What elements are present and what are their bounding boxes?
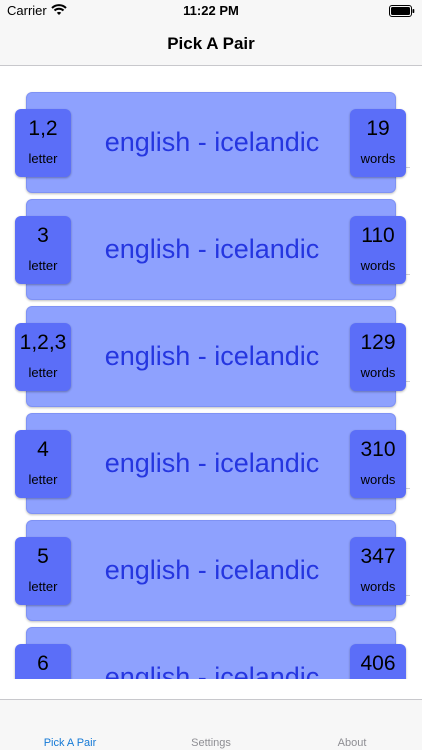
word-count: 406 — [360, 652, 396, 675]
letter-badge: 5 letter — [15, 537, 71, 605]
words-label: words — [360, 472, 396, 487]
letter-badge: 4 letter — [15, 430, 71, 498]
letter-label: letter — [28, 579, 58, 594]
navigation-bar: Pick A Pair — [0, 22, 422, 66]
list-item[interactable]: english - icelandic 5 letter 347 words — [0, 495, 422, 621]
letter-label: letter — [28, 258, 58, 273]
words-badge: 310 words — [350, 430, 406, 498]
letter-label: letter — [28, 365, 58, 380]
letter-label: letter — [28, 151, 58, 166]
list-item[interactable]: english - icelandic 1,2,3 letter 129 wor… — [0, 281, 422, 407]
letter-count: 1,2 — [28, 117, 58, 140]
tab-pick-a-pair[interactable]: Pick A Pair — [0, 737, 140, 749]
status-bar: Carrier 11:22 PM — [0, 0, 422, 22]
words-badge: 19 words — [350, 109, 406, 177]
words-label: words — [360, 579, 396, 594]
tab-bar: Pick A Pair Settings About — [0, 699, 422, 750]
letter-count: 3 — [37, 224, 49, 247]
words-badge: 406 words — [350, 644, 406, 679]
letter-count: 4 — [37, 438, 49, 461]
pair-name: english - icelandic — [104, 341, 320, 371]
word-count: 347 — [360, 545, 396, 568]
pair-name: english - icelandic — [104, 448, 320, 478]
words-label: words — [360, 258, 396, 273]
letter-count: 6 — [37, 652, 49, 675]
word-count: 19 — [366, 117, 390, 140]
clock: 11:22 PM — [183, 3, 239, 18]
words-label: words — [360, 365, 396, 380]
page-title: Pick A Pair — [167, 34, 255, 53]
letter-badge: 1,2 letter — [15, 109, 71, 177]
battery-icon — [389, 5, 415, 17]
words-badge: 347 words — [350, 537, 406, 605]
letter-badge: 6 letter — [15, 644, 71, 679]
pair-name: english - icelandic — [104, 555, 320, 585]
pair-name: english - icelandic — [104, 662, 320, 679]
words-badge: 110 words — [350, 216, 406, 284]
word-count: 129 — [360, 331, 396, 354]
pair-card[interactable]: english - icelandic — [26, 627, 396, 679]
tab-settings[interactable]: Settings — [141, 737, 281, 749]
words-label: words — [360, 151, 396, 166]
tab-about[interactable]: About — [282, 737, 422, 749]
pair-name: english - icelandic — [104, 234, 320, 264]
list-item[interactable]: english - icelandic 3 letter 110 words — [0, 174, 422, 300]
letter-count: 5 — [37, 545, 49, 568]
word-count: 310 — [360, 438, 396, 461]
letter-count: 1,2,3 — [19, 331, 67, 354]
list-item[interactable]: english - icelandic 4 letter 310 words — [0, 388, 422, 514]
word-count: 110 — [361, 224, 395, 247]
words-badge: 129 words — [350, 323, 406, 391]
pair-name: english - icelandic — [104, 127, 320, 157]
letter-badge: 3 letter — [15, 216, 71, 284]
list-item[interactable]: english - icelandic 1,2 letter 19 words — [0, 67, 422, 193]
list-item[interactable]: english - icelandic 6 letter 406 words — [0, 602, 422, 679]
letter-label: letter — [28, 472, 58, 487]
letter-badge: 1,2,3 letter — [15, 323, 71, 391]
pair-list[interactable]: english - icelandic 1,2 letter 19 words … — [0, 67, 422, 679]
